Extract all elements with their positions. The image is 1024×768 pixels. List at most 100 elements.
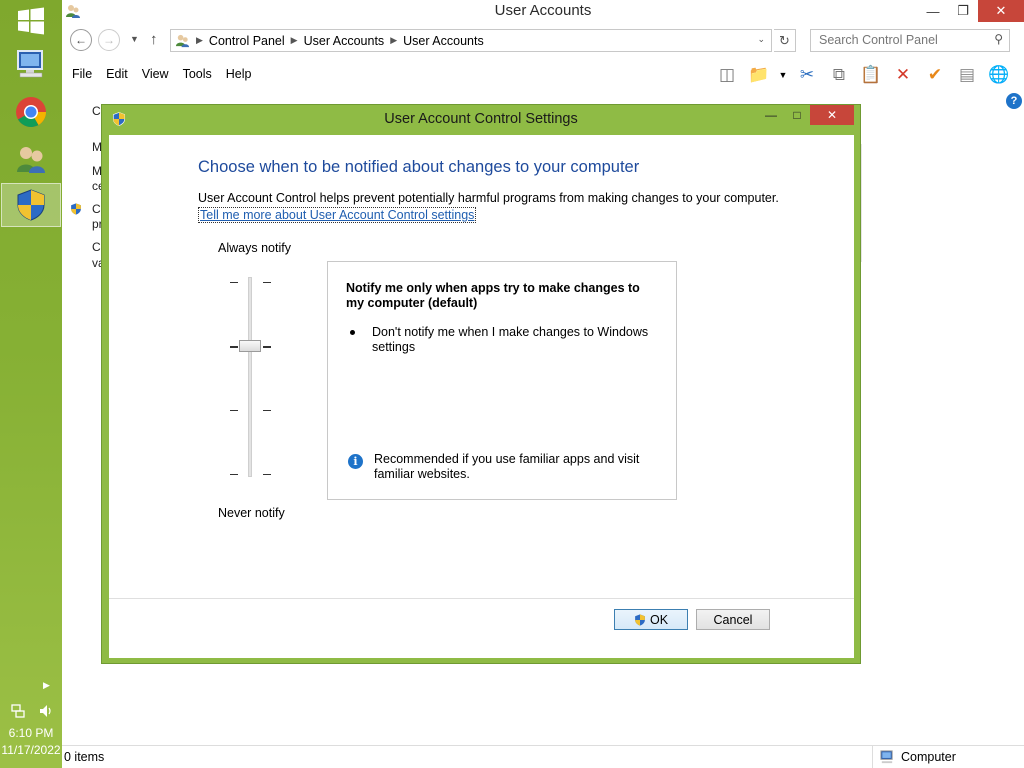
forward-button[interactable]: →	[98, 29, 120, 51]
breadcrumb-user-accounts[interactable]: User Accounts	[304, 34, 385, 48]
ok-button[interactable]: OK	[614, 609, 688, 630]
address-row: ← → ▼ ↑ ▶ Control Panel ▶ User Accounts …	[62, 28, 1024, 54]
refresh-button[interactable]: ↻	[774, 29, 796, 52]
background-text-fragment: C	[92, 202, 101, 216]
uac-titlebar[interactable]: User Account Control Settings — □ ✕	[102, 105, 860, 133]
windows-logo-icon	[18, 7, 44, 35]
toolbar: ◫ 📁 ▼ ✂ ⧉ 📋 ✕ ✔ ▤ 🌐	[714, 62, 1012, 88]
clock-date[interactable]: 11/17/2022	[0, 743, 62, 757]
paste-icon[interactable]: 📋	[858, 62, 884, 88]
shield-small-icon	[71, 203, 81, 215]
start-button[interactable]	[17, 7, 45, 35]
breadcrumb-separator-icon[interactable]: ▶	[390, 35, 397, 46]
uac-heading: Choose when to be notified about changes…	[198, 158, 640, 176]
up-arrow-icon[interactable]: ↑	[150, 31, 158, 48]
uac-learn-more-link[interactable]: Tell me more about User Account Control …	[198, 207, 477, 223]
dialog-footer-divider	[109, 598, 854, 599]
slider-tick	[230, 346, 238, 348]
level-description-panel: Notify me only when apps try to make cha…	[327, 261, 677, 500]
search-input[interactable]: Search Control Panel ⚲	[810, 29, 1010, 52]
notification-slider-track[interactable]	[248, 277, 252, 477]
options-dropdown-icon[interactable]: ▼	[778, 62, 788, 88]
menu-row: File Edit View Tools Help ◫ 📁 ▼ ✂ ⧉ 📋 ✕ …	[62, 62, 1024, 88]
taskbar-chrome[interactable]	[1, 90, 61, 134]
computer-icon	[17, 50, 43, 78]
uac-description: User Account Control helps prevent poten…	[198, 191, 779, 205]
menu-tools[interactable]: Tools	[183, 67, 212, 81]
address-control-panel-icon	[175, 34, 190, 48]
address-bar[interactable]: ▶ Control Panel ▶ User Accounts ▶ User A…	[170, 29, 772, 52]
cancel-button[interactable]: Cancel	[696, 609, 770, 630]
uac-title: User Account Control Settings	[384, 111, 578, 127]
slider-tick	[263, 282, 271, 283]
chrome-icon	[16, 97, 47, 128]
level-recommendation-text: Recommended if you use familiar apps and…	[374, 452, 640, 481]
recent-locations-chevron-icon[interactable]: ▼	[130, 34, 139, 44]
status-bar: 0 items Computer	[62, 745, 1024, 768]
taskbar-uac[interactable]	[1, 183, 61, 227]
restore-button[interactable]: ❐	[948, 0, 978, 22]
menu-file[interactable]: File	[72, 67, 92, 81]
globe-icon[interactable]: 🌐	[986, 62, 1012, 88]
uac-close-button[interactable]: ✕	[810, 105, 854, 125]
menu-edit[interactable]: Edit	[106, 67, 128, 81]
background-text-fragment: C	[92, 104, 101, 118]
user-accounts-icon	[17, 147, 45, 173]
explorer-titlebar[interactable]: User Accounts — ❐ ✕	[62, 0, 1024, 24]
slider-tick	[230, 410, 238, 411]
uac-dialog: User Account Control Settings — □ ✕ Choo…	[101, 104, 861, 664]
search-placeholder: Search Control Panel	[819, 33, 938, 47]
ok-shield-icon	[635, 613, 645, 626]
taskbar-computer[interactable]	[1, 42, 61, 86]
computer-small-icon	[880, 750, 893, 764]
volume-icon[interactable]	[38, 703, 54, 719]
bullet-dot-icon	[350, 330, 355, 335]
check-icon[interactable]: ✔	[922, 62, 948, 88]
folder-options-icon[interactable]: 📁	[746, 62, 772, 88]
delete-icon[interactable]: ✕	[890, 62, 916, 88]
status-item-count: 0 items	[64, 750, 105, 764]
level-bullet: Don't notify me when I make changes to W…	[350, 325, 650, 355]
clock-time[interactable]: 6:10 PM	[0, 726, 62, 740]
cancel-label: Cancel	[713, 612, 753, 627]
back-button[interactable]: ←	[70, 29, 92, 51]
properties-icon[interactable]: ▤	[954, 62, 980, 88]
slider-tick	[230, 282, 238, 283]
uac-content: Choose when to be notified about changes…	[109, 135, 854, 658]
info-icon: i	[348, 454, 363, 469]
status-location: Computer	[872, 746, 1024, 768]
address-dropdown-icon[interactable]: ⌄	[757, 34, 765, 45]
slider-tick	[263, 474, 271, 475]
breadcrumb-user-accounts-current[interactable]: User Accounts	[403, 34, 484, 48]
close-button[interactable]: ✕	[978, 0, 1024, 22]
slider-tick	[263, 410, 271, 411]
breadcrumb-control-panel[interactable]: Control Panel	[209, 34, 285, 48]
slider-tick	[230, 474, 238, 475]
taskbar: ▶ 6:10 PM 11/17/2022	[0, 0, 62, 768]
level-title: Notify me only when apps try to make cha…	[346, 281, 640, 310]
slider-tick	[263, 346, 271, 348]
status-location-label: Computer	[901, 750, 956, 764]
uac-shield-icon	[17, 189, 45, 221]
tray-expand-icon[interactable]: ▶	[43, 680, 50, 691]
copy-icon[interactable]: ⧉	[826, 62, 852, 88]
help-icon[interactable]: ?	[1006, 93, 1022, 109]
slider-top-label: Always notify	[218, 241, 291, 255]
breadcrumb-separator-icon[interactable]: ▶	[291, 35, 298, 46]
taskbar-user-accounts[interactable]	[1, 137, 61, 181]
minimize-button[interactable]: —	[918, 0, 948, 22]
menu-bar: File Edit View Tools Help	[72, 67, 251, 81]
layout-pane-icon[interactable]: ◫	[714, 62, 740, 88]
slider-bottom-label: Never notify	[218, 506, 285, 520]
search-icon[interactable]: ⚲	[994, 32, 1003, 46]
explorer-title: User Accounts	[494, 2, 592, 19]
cut-icon[interactable]: ✂	[794, 62, 820, 88]
uac-maximize-button[interactable]: □	[784, 105, 810, 125]
network-icon[interactable]	[10, 703, 26, 719]
menu-help[interactable]: Help	[226, 67, 252, 81]
breadcrumb-separator-icon[interactable]: ▶	[196, 35, 203, 46]
uac-minimize-button[interactable]: —	[758, 105, 784, 125]
ok-label: OK	[649, 612, 669, 627]
menu-view[interactable]: View	[142, 67, 169, 81]
notification-slider-thumb[interactable]	[239, 340, 261, 352]
